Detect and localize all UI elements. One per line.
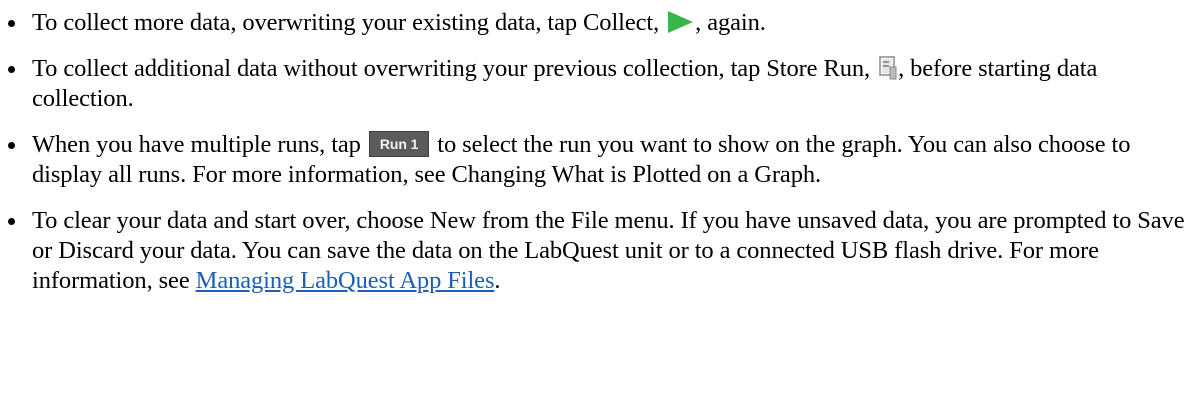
list-item: To collect more data, overwriting your e… [0,8,1188,38]
instruction-list: To collect more data, overwriting your e… [0,8,1188,296]
bullet-1-text-start: To collect more data, overwriting your e… [32,9,666,36]
list-item: To collect additional data without overw… [0,54,1188,114]
bullet-2-text-start: To collect additional data without overw… [32,55,877,82]
list-item: When you have multiple runs, tap Run 1 t… [0,130,1188,190]
bullet-1-text-end: , again. [695,9,766,36]
collect-play-icon [665,9,695,35]
bullet-3-text-start: When you have multiple runs, tap [32,131,367,158]
list-item: To clear your data and start over, choos… [0,206,1188,296]
run-1-button[interactable]: Run 1 [368,131,430,158]
managing-files-link[interactable]: Managing LabQuest App Files [196,267,495,294]
bullet-4-text-end: . [494,267,501,294]
store-run-icon [876,55,898,81]
